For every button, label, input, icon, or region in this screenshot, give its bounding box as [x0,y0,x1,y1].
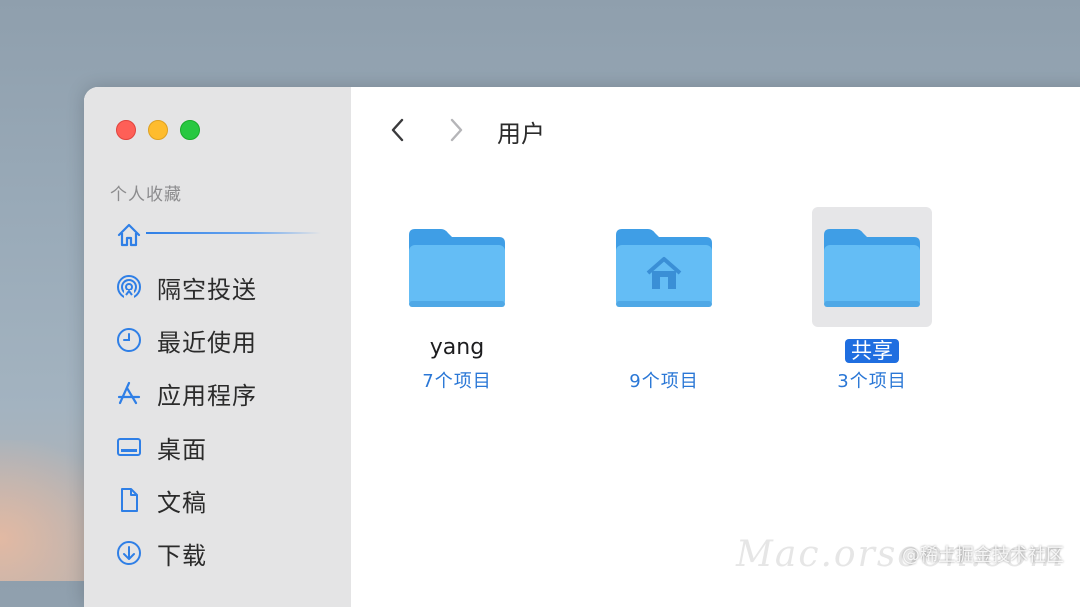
folder-item-count: 9个项目 [629,371,699,392]
clock-icon [114,325,144,355]
folder-item-yang[interactable]: yang 7个项目 [397,207,517,393]
folder-item-count: 3个项目 [837,371,907,392]
watermark-text: @稀土掘金技术社区 [902,545,1064,566]
sidebar-item-recents[interactable]: 最近使用 [114,322,257,358]
folder-name: yang [429,335,485,360]
home-folder-icon [604,207,724,327]
sidebar-item-label: 隔空投送 [157,275,257,304]
sidebar-item-downloads[interactable]: 下载 [114,535,207,571]
document-icon [114,485,144,515]
zoom-button[interactable] [180,120,200,140]
content-area: 用户 yang 7个项目 9个项目 共享 3个项目 [351,87,1080,607]
folder-name [604,335,724,363]
sidebar-item-label: 最近使用 [157,328,257,357]
minimize-button[interactable] [148,120,168,140]
back-button[interactable] [383,115,413,145]
window-controls [116,120,200,140]
download-icon [114,538,144,568]
folder-icon [397,207,517,327]
folder-item-count: 7个项目 [422,371,492,392]
sidebar-item-label: 文稿 [157,488,207,517]
home-icon [114,220,144,250]
sidebar-item-airdrop[interactable]: 隔空投送 [114,269,257,305]
folder-item-shared[interactable]: 共享 3个项目 [812,207,932,393]
sidebar: 个人收藏 隔空投送 最近使用 应用程序 桌面 文稿 下载 [84,87,352,607]
airdrop-icon [114,272,144,302]
window-title: 用户 [497,120,545,148]
home-underline [146,232,321,234]
finder-window: 个人收藏 隔空投送 最近使用 应用程序 桌面 文稿 下载 用户 yang 7个项… [84,87,1080,607]
folder-name: 共享 [845,339,899,363]
sidebar-section-favorites: 个人收藏 [110,185,182,205]
sidebar-item-home[interactable] [114,217,157,253]
sidebar-item-label: 应用程序 [157,381,257,410]
desktop-icon [114,432,144,462]
sidebar-item-applications[interactable]: 应用程序 [114,375,257,411]
sidebar-item-label: 下载 [157,541,207,570]
folder-item-home[interactable]: 9个项目 [604,207,724,393]
sidebar-item-label: 桌面 [157,435,207,464]
chevron-right-icon [450,118,463,142]
folder-name-selected: 共享 [812,335,932,363]
forward-button[interactable] [441,115,471,145]
close-button[interactable] [116,120,136,140]
sidebar-item-desktop[interactable]: 桌面 [114,429,207,465]
chevron-left-icon [391,118,404,142]
folder-icon [812,207,932,327]
sidebar-item-documents[interactable]: 文稿 [114,482,207,518]
apps-icon [114,378,144,408]
